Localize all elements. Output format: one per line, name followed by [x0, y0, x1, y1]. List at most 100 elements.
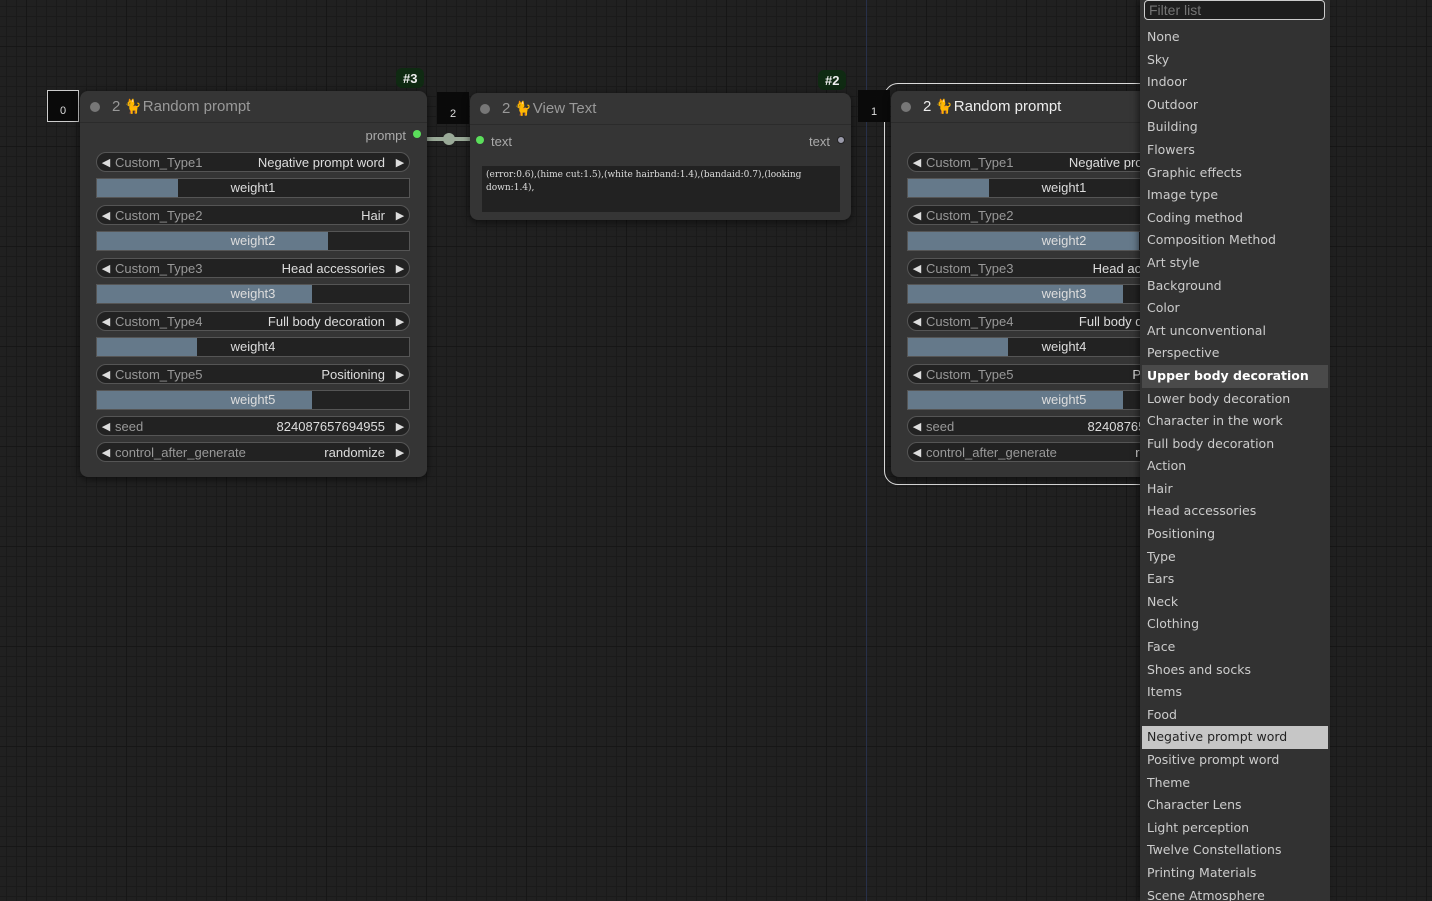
combo-widget-custom-type1[interactable]: ◀Custom_Type1 Negative prompt word ▶: [96, 152, 410, 172]
dropdown-option[interactable]: Full body decoration: [1142, 433, 1328, 456]
dropdown-option[interactable]: Shoes and socks: [1142, 659, 1328, 682]
decrement-arrow-icon[interactable]: ◀: [908, 420, 926, 433]
decrement-arrow-icon[interactable]: ◀: [97, 315, 115, 328]
dropdown-option[interactable]: Character in the work: [1142, 410, 1328, 433]
collapse-dot-icon[interactable]: [901, 101, 911, 112]
increment-arrow-icon[interactable]: ▶: [391, 315, 409, 328]
dropdown-option[interactable]: Twelve Constellations: [1142, 839, 1328, 862]
widget-label: Custom_Type5: [926, 366, 1014, 382]
increment-arrow-icon[interactable]: ▶: [391, 262, 409, 275]
random-prompt-node-3[interactable]: 2 🐈 Random prompt prompt ◀ Custom_Type1 Ne…: [80, 91, 427, 477]
output-slot-dot[interactable]: [413, 130, 421, 138]
node-title-bar[interactable]: 2 🐈 Random prompt: [80, 91, 427, 123]
dropdown-option[interactable]: Character Lens: [1142, 794, 1328, 817]
link-midpoint-handle[interactable]: [443, 133, 455, 145]
combo-widget-custom-type5[interactable]: ◀Custom_Type5 Positioning ▶: [96, 364, 410, 384]
dropdown-option[interactable]: Clothing: [1142, 613, 1328, 636]
output-slot-dot[interactable]: [837, 136, 845, 144]
increment-arrow-icon[interactable]: ▶: [391, 368, 409, 381]
decrement-arrow-icon[interactable]: ◀: [97, 368, 115, 381]
dropdown-option[interactable]: Outdoor: [1142, 94, 1328, 117]
dropdown-option[interactable]: None: [1142, 26, 1328, 49]
slider-label: weight3: [230, 286, 276, 301]
dropdown-option[interactable]: Flowers: [1142, 139, 1328, 162]
node-order-indicator: 1: [858, 90, 890, 122]
dropdown-option[interactable]: Lower body decoration: [1142, 388, 1328, 411]
dropdown-option[interactable]: Neck: [1142, 591, 1328, 614]
slider-widget-weight3[interactable]: weight3: [96, 284, 410, 304]
combo-dropdown-menu[interactable]: NoneSkyIndoorOutdoorBuildingFlowersGraph…: [1140, 0, 1330, 901]
dropdown-option[interactable]: Light perception: [1142, 817, 1328, 840]
dropdown-option[interactable]: Hair: [1142, 478, 1328, 501]
combo-widget-custom-type4[interactable]: ◀Custom_Type4 Full body decoration ▶: [96, 311, 410, 331]
slider-widget-weight4[interactable]: weight4: [96, 337, 410, 357]
decrement-arrow-icon[interactable]: ◀: [908, 262, 926, 275]
widget-value: 824087657694955: [276, 418, 385, 434]
view-text-node-2[interactable]: 2 🐈 View Text text text (error:0.6),(him…: [470, 93, 851, 220]
dropdown-option[interactable]: Indoor: [1142, 71, 1328, 94]
dropdown-option[interactable]: Graphic effects: [1142, 162, 1328, 185]
dropdown-option[interactable]: Scene Atmosphere: [1142, 885, 1328, 901]
dropdown-option[interactable]: Sky: [1142, 49, 1328, 72]
dropdown-option[interactable]: Negative prompt word: [1142, 726, 1328, 749]
dropdown-option[interactable]: Printing Materials: [1142, 862, 1328, 885]
dropdown-option[interactable]: Background: [1142, 275, 1328, 298]
dropdown-option[interactable]: Composition Method: [1142, 229, 1328, 252]
combo-widget-seed[interactable]: ◀seed 824087657694955 ▶: [96, 416, 410, 436]
node-id-badge: #2: [818, 70, 847, 90]
dropdown-option[interactable]: Items: [1142, 681, 1328, 704]
combo-widget-control-after-generate[interactable]: ◀control_after_generate randomize ▶: [96, 442, 410, 462]
dropdown-option[interactable]: Perspective: [1142, 342, 1328, 365]
dropdown-option[interactable]: Action: [1142, 455, 1328, 478]
decrement-arrow-icon[interactable]: ◀: [97, 156, 115, 169]
widget-label: Custom_Type3: [926, 260, 1014, 276]
dropdown-option[interactable]: Theme: [1142, 772, 1328, 795]
filter-list-input[interactable]: [1144, 0, 1325, 20]
text-display-area[interactable]: (error:0.6),(hime cut:1.5),(white hairba…: [482, 166, 840, 212]
dropdown-option[interactable]: Art style: [1142, 252, 1328, 275]
combo-widget-custom-type3[interactable]: ◀Custom_Type3 Head accessories ▶: [96, 258, 410, 278]
dropdown-option[interactable]: Image type: [1142, 184, 1328, 207]
dropdown-option[interactable]: Positive prompt word: [1142, 749, 1328, 772]
dropdown-option[interactable]: Coding method: [1142, 207, 1328, 230]
dropdown-option[interactable]: Art unconventional: [1142, 320, 1328, 343]
dropdown-option[interactable]: Type: [1142, 546, 1328, 569]
output-label: prompt: [365, 128, 406, 143]
decrement-arrow-icon[interactable]: ◀: [908, 209, 926, 222]
dropdown-option[interactable]: Upper body decoration: [1142, 364, 1328, 388]
node-title-prefix: 2: [112, 98, 121, 115]
slider-widget-weight2[interactable]: weight2: [96, 231, 410, 251]
decrement-arrow-icon[interactable]: ◀: [908, 368, 926, 381]
decrement-arrow-icon[interactable]: ◀: [97, 209, 115, 222]
decrement-arrow-icon[interactable]: ◀: [908, 446, 926, 459]
widget-label: Custom_Type3: [115, 260, 203, 276]
dropdown-option[interactable]: Face: [1142, 636, 1328, 659]
increment-arrow-icon[interactable]: ▶: [391, 420, 409, 433]
widget-label: Custom_Type4: [926, 313, 1014, 329]
dropdown-option[interactable]: Head accessories: [1142, 500, 1328, 523]
slider-widget-weight5[interactable]: weight5: [96, 390, 410, 410]
dropdown-option[interactable]: Ears: [1142, 568, 1328, 591]
decrement-arrow-icon[interactable]: ◀: [97, 420, 115, 433]
dropdown-option[interactable]: Building: [1142, 116, 1328, 139]
collapse-dot-icon[interactable]: [90, 101, 100, 112]
increment-arrow-icon[interactable]: ▶: [391, 209, 409, 222]
increment-arrow-icon[interactable]: ▶: [391, 446, 409, 459]
node-title-bar[interactable]: 2 🐈 View Text: [470, 93, 851, 125]
slider-widget-weight1[interactable]: weight1: [96, 178, 410, 198]
combo-widget-custom-type2[interactable]: ◀ Custom_Type2 Hair ▶: [96, 205, 410, 225]
collapse-dot-icon[interactable]: [480, 103, 490, 114]
widget-label: Custom_Type2: [926, 207, 1014, 223]
widget-value: randomize: [324, 444, 385, 460]
dropdown-option[interactable]: Color: [1142, 297, 1328, 320]
decrement-arrow-icon[interactable]: ◀: [908, 315, 926, 328]
decrement-arrow-icon[interactable]: ◀: [97, 262, 115, 275]
increment-arrow-icon[interactable]: ▶: [391, 156, 409, 169]
decrement-arrow-icon[interactable]: ◀: [908, 156, 926, 169]
dropdown-option[interactable]: Positioning: [1142, 523, 1328, 546]
slider-label: weight2: [230, 233, 276, 248]
node-title-prefix: 2: [502, 100, 511, 117]
dropdown-option[interactable]: Food: [1142, 704, 1328, 727]
input-slot-dot[interactable]: [476, 136, 484, 144]
decrement-arrow-icon[interactable]: ◀: [97, 446, 115, 459]
